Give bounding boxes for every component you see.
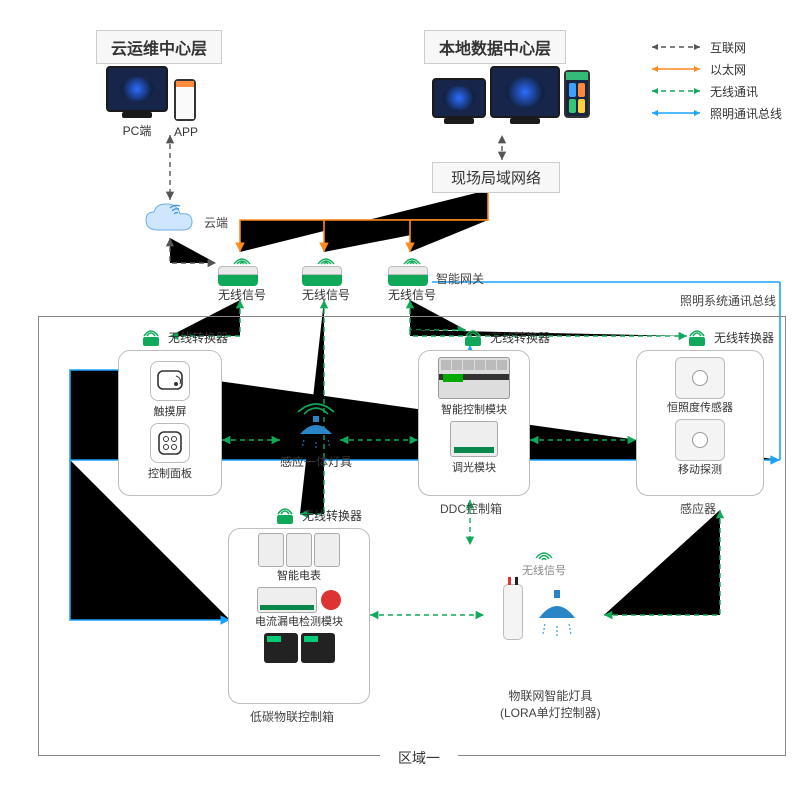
legend-wireless: 无线通讯: [650, 80, 782, 102]
cloud-label: 云端: [204, 214, 228, 231]
local-layer-devices: [432, 66, 590, 118]
router-icon: [218, 266, 258, 286]
legend: 互联网 以太网 无线通讯 照明通讯总线: [650, 36, 782, 124]
zone-frame: [38, 316, 786, 756]
legend-lighting-bus: 照明通讯总线: [650, 102, 782, 124]
wireless-signal-label: 无线信号: [302, 286, 350, 303]
pc-label: PC端: [106, 122, 168, 139]
phone-icon: [174, 79, 196, 121]
wireless-signal-label: 无线信号: [218, 286, 266, 303]
gateway-2: 无线信号: [302, 252, 350, 303]
pc-monitor-icon: [106, 66, 168, 112]
tablet-icon: [564, 70, 590, 118]
wireless-signal-label: 无线信号: [388, 286, 436, 303]
router-icon: [388, 266, 428, 286]
lan-title: 现场局域网络: [432, 162, 560, 193]
app-label: APP: [174, 125, 198, 139]
monitor-icon: [432, 78, 486, 118]
legend-internet: 互联网: [650, 36, 782, 58]
cloud-layer-title: 云运维中心层: [96, 30, 222, 64]
gateway-3: 无线信号: [388, 252, 436, 303]
legend-ethernet: 以太网: [650, 58, 782, 80]
local-layer-title: 本地数据中心层: [424, 30, 566, 64]
cloud-layer-devices: PC端 APP: [106, 66, 198, 139]
gateway-1: 无线信号: [218, 252, 266, 303]
router-icon: [302, 266, 342, 286]
monitor-icon: [490, 66, 560, 118]
cloud-icon: [140, 200, 200, 238]
smart-gateway-label: 智能网关: [436, 270, 484, 287]
zone-label: 区域一: [380, 748, 458, 768]
lighting-bus-label: 照明系统通讯总线: [680, 292, 776, 309]
